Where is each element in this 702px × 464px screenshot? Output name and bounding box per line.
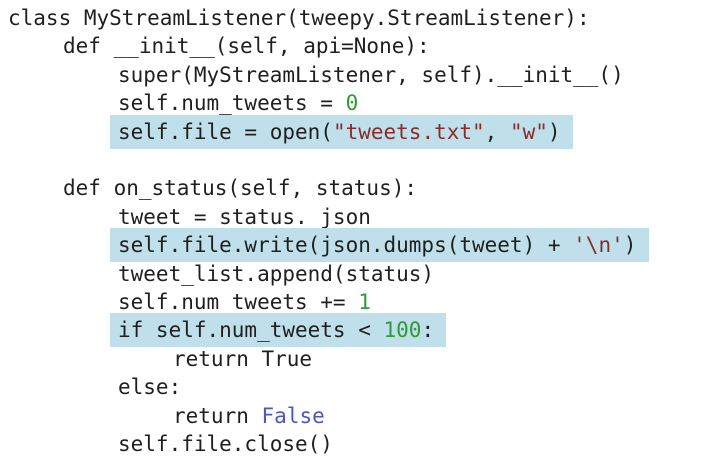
code-line: if self.num_tweets < 100:: [118, 316, 434, 344]
code-token: self.num_tweets +=: [118, 290, 359, 314]
code-line: class MyStreamListener(tweepy.StreamList…: [8, 4, 590, 32]
code-token: tweet = status._json: [118, 204, 371, 229]
code-line: return True: [173, 345, 312, 373]
code-line: else:: [118, 373, 181, 401]
code-token: class MyStreamListener(tweepy.StreamList…: [8, 6, 590, 30]
code-token: 1: [358, 290, 371, 314]
code-token: False: [261, 403, 325, 428]
code-token: else:: [118, 375, 182, 400]
code-token: return True: [173, 346, 313, 371]
code-token: '\n': [573, 233, 624, 258]
code-token: tweet_list.append(status): [118, 261, 435, 286]
code-line: return False: [173, 402, 325, 430]
code-line: def on_status(self, status):: [63, 174, 417, 202]
code-token: ): [623, 233, 637, 258]
code-line: self.num_tweets = 0: [118, 89, 358, 117]
code-line: self.file.close(): [118, 430, 333, 458]
code-line: tweet = status._json: [118, 203, 371, 231]
code-token: ,: [484, 119, 510, 144]
code-line: super(MyStreamListener, self).__init__(): [118, 61, 624, 89]
code-block: class MyStreamListener(tweepy.StreamList…: [0, 0, 702, 464]
code-token: def on_status(self, status):: [63, 176, 418, 201]
code-token: :: [421, 318, 435, 343]
code-line: self.num_tweets += 1: [118, 288, 371, 316]
code-line: self.file = open("tweets.txt", "w"): [118, 118, 561, 146]
code-token: 100: [383, 318, 422, 343]
code-token: if self.num_tweets <: [118, 318, 384, 343]
code-token: self.num_tweets =: [118, 91, 346, 116]
code-token: self.file = open(: [118, 119, 333, 144]
code-token: return: [173, 403, 262, 428]
code-token: ): [547, 119, 561, 144]
code-token: self.file.write(json.dumps(tweet) +: [118, 233, 574, 258]
code-token: "w": [509, 119, 548, 144]
code-token: self.file.close(): [118, 432, 333, 456]
code-line: tweet_list.append(status): [118, 260, 434, 288]
code-token: "tweets.txt": [332, 119, 485, 144]
code-line: self.file.write(json.dumps(tweet) + '\n'…: [118, 231, 636, 259]
code-token: super(MyStreamListener, self).__init__(): [118, 62, 624, 87]
code-line: def __init__(self, api=None):: [63, 32, 430, 60]
code-token: 0: [345, 91, 359, 116]
code-token: def __init__(self, api=None):: [63, 34, 430, 59]
